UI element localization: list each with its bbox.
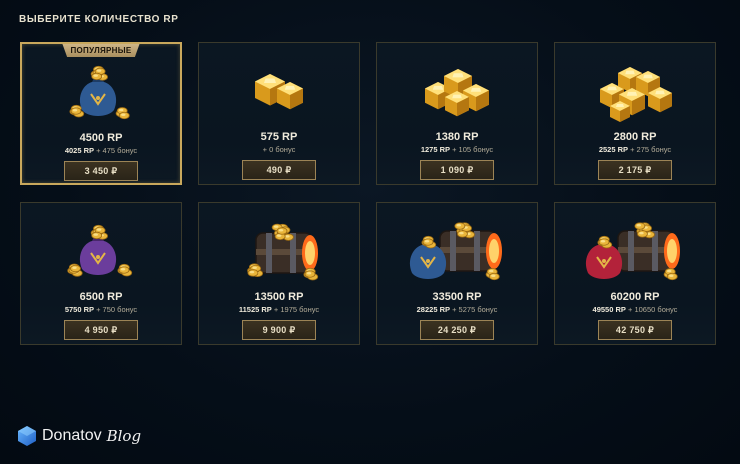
rp-breakdown: 28225 RP + 5275 бонус: [377, 305, 537, 314]
rp-base: 2525 RP: [598, 145, 628, 154]
rp-amount: 4500 RP: [79, 132, 123, 144]
watermark: Donatov Blog: [16, 425, 141, 447]
rp-amount: 575 RP: [260, 131, 298, 143]
rp-package-card[interactable]: 33500 RP 28225 RP + 5275 бонус 24 250 ₽: [376, 202, 538, 345]
package-art: [22, 50, 180, 130]
rp-bonus: + 750 бонус: [96, 305, 138, 314]
chest-blue-bag-icon: [409, 222, 502, 281]
package-art: [377, 49, 537, 129]
rp-breakdown: 11525 RP + 1975 бонус: [199, 305, 359, 314]
rp-store-page: ВЫБЕРИТЕ КОЛИЧЕСТВО RP ПОПУЛЯРНЫЕ 4500 R…: [0, 0, 740, 464]
package-art: [21, 209, 181, 289]
rp-package-card[interactable]: 1380 RP 1275 RP + 105 бонус 1 090 ₽: [376, 42, 538, 185]
rp-base: 5750 RP: [64, 305, 94, 314]
rp-package-card[interactable]: 6500 RP 5750 RP + 750 бонус 4 950 ₽: [20, 202, 182, 345]
rp-bonus: + 475 бонус: [96, 146, 138, 155]
rp-bonus: + 10650 бонус: [628, 305, 678, 314]
package-art: [555, 209, 715, 289]
donatov-logo-icon: [18, 426, 36, 446]
chest-red-bag-icon: [585, 222, 680, 281]
price-button[interactable]: 4 950 ₽: [64, 320, 138, 340]
rp-amount: 1380 RP: [435, 131, 479, 143]
rp-breakdown: 1275 RP + 105 бонус: [377, 145, 537, 154]
gold-crystal-small-icon: [255, 74, 303, 110]
rp-base: 1275 RP: [420, 145, 450, 154]
rp-base: 28225 RP: [416, 305, 450, 314]
rp-breakdown: 4025 RP + 475 бонус: [22, 146, 180, 155]
rp-amount: 33500 RP: [432, 291, 482, 303]
watermark-name: Donatov: [42, 427, 102, 444]
package-art: [377, 209, 537, 289]
page-heading: ВЫБЕРИТЕ КОЛИЧЕСТВО RP: [19, 14, 179, 25]
rp-package-card[interactable]: 575 RP + 0 бонус 490 ₽: [198, 42, 360, 185]
rp-breakdown: + 0 бонус: [199, 145, 359, 154]
rp-bonus: + 275 бонус: [630, 145, 672, 154]
price-button[interactable]: 3 450 ₽: [64, 161, 138, 181]
rp-base: 11525 RP: [238, 305, 272, 314]
price-button[interactable]: 24 250 ₽: [420, 320, 494, 340]
price-button[interactable]: 42 750 ₽: [598, 320, 672, 340]
rp-base: 4025 RP: [64, 146, 94, 155]
rp-package-card[interactable]: ПОПУЛЯРНЫЕ 4500 RP 4025 RP + 475 бонус 3…: [20, 42, 182, 185]
package-art: [199, 49, 359, 129]
package-art: [199, 209, 359, 289]
rp-amount: 6500 RP: [79, 291, 123, 303]
gold-crystal-large-icon: [600, 67, 672, 122]
rp-amount: 13500 RP: [254, 291, 304, 303]
rp-bonus: + 0 бонус: [262, 145, 296, 154]
rp-amount: 2800 RP: [613, 131, 657, 143]
rp-breakdown: 2525 RP + 275 бонус: [555, 145, 715, 154]
price-button[interactable]: 1 090 ₽: [420, 160, 494, 180]
blue-bag-gold-icon: [69, 65, 130, 120]
rp-package-card[interactable]: 60200 RP 49550 RP + 10650 бонус 42 750 ₽: [554, 202, 716, 345]
purple-bag-gold-icon: [67, 224, 133, 277]
treasure-chest-icon: [247, 223, 319, 281]
rp-amount: 60200 RP: [610, 291, 660, 303]
package-art: [555, 49, 715, 129]
rp-package-card[interactable]: 13500 RP 11525 RP + 1975 бонус 9 900 ₽: [198, 202, 360, 345]
rp-breakdown: 49550 RP + 10650 бонус: [555, 305, 715, 314]
rp-package-card[interactable]: 2800 RP 2525 RP + 275 бонус 2 175 ₽: [554, 42, 716, 185]
rp-bonus: + 1975 бонус: [273, 305, 320, 314]
gold-crystal-medium-icon: [425, 69, 489, 117]
price-button[interactable]: 9 900 ₽: [242, 320, 316, 340]
package-grid: ПОПУЛЯРНЫЕ 4500 RP 4025 RP + 475 бонус 3…: [20, 42, 716, 345]
rp-breakdown: 5750 RP + 750 бонус: [21, 305, 181, 314]
rp-base: 49550 RP: [592, 305, 626, 314]
rp-bonus: + 105 бонус: [452, 145, 494, 154]
price-button[interactable]: 2 175 ₽: [598, 160, 672, 180]
watermark-blog: Blog: [106, 427, 142, 445]
price-button[interactable]: 490 ₽: [242, 160, 316, 180]
rp-bonus: + 5275 бонус: [452, 305, 498, 314]
